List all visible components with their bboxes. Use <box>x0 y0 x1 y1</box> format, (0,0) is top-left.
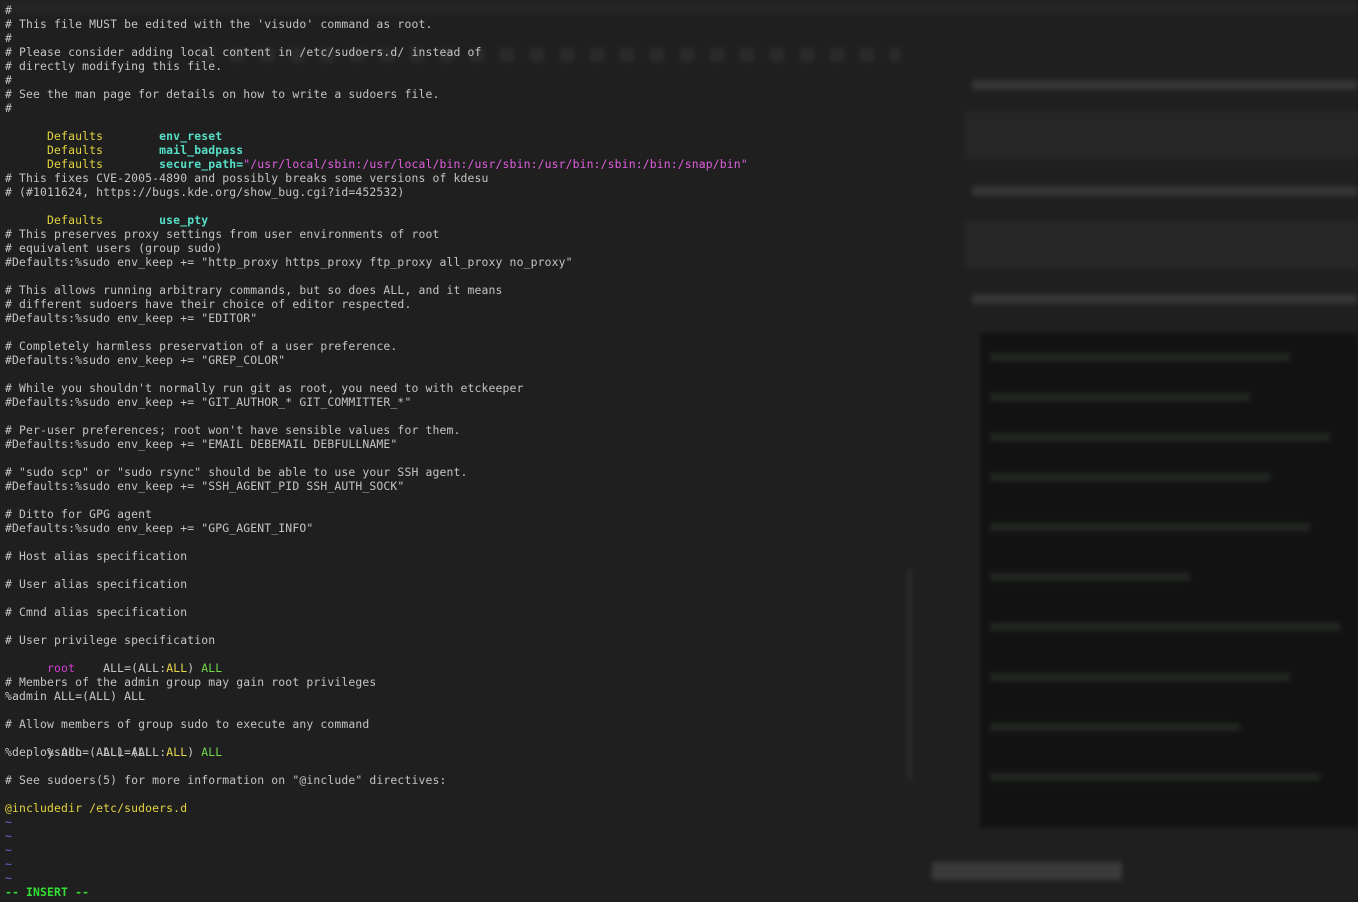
rule-part: ALL=( <box>103 661 139 675</box>
comment-line: # See the man page for details on how to… <box>5 87 440 101</box>
rule-part: ) <box>187 745 202 759</box>
background-heading <box>932 862 1122 880</box>
comment-line: # <box>5 3 13 17</box>
background-text-line <box>972 80 1358 90</box>
empty-line-tilde: ~ <box>5 815 13 829</box>
comment-line: #Defaults:%sudo env_keep += "GREP_COLOR" <box>5 353 286 367</box>
admin-privilege-line: %admin ALL=(ALL) ALL <box>5 689 146 703</box>
comment-line: # Completely harmless preservation of a … <box>5 339 398 353</box>
comment-line: # User alias specification <box>5 577 188 591</box>
defaults-secure-path-line: Defaults secure_path="/usr/local/sbin:/u… <box>5 143 748 171</box>
defaults-keyword: Defaults <box>47 157 104 171</box>
comment-line: #Defaults:%sudo env_keep += "GIT_AUTHOR_… <box>5 395 412 409</box>
rule-command: ALL <box>201 745 223 759</box>
empty-line-tilde: ~ <box>5 829 13 843</box>
comment-line: #Defaults:%sudo env_keep += "http_proxy … <box>5 255 573 269</box>
comment-line: # Please consider adding local content i… <box>5 45 482 59</box>
background-code-block <box>966 222 1358 268</box>
defaults-use-pty-line: Defaults use_pty <box>5 199 208 227</box>
comment-line: #Defaults:%sudo env_keep += "GPG_AGENT_I… <box>5 521 314 535</box>
vim-terminal-buffer[interactable]: # # This file MUST be edited with the 'v… <box>0 0 930 902</box>
sudo-privilege-line: %sudo ALL=(ALL:ALL) ALL <box>5 731 222 759</box>
option-use-pty: use_pty <box>159 213 209 227</box>
comment-line: # User privilege specification <box>5 633 216 647</box>
rule-runas-group: ALL <box>166 661 188 675</box>
rule-runas-user: ALL <box>138 661 160 675</box>
option-secure-path: secure_path= <box>159 157 244 171</box>
comment-line: # directly modifying this file. <box>5 59 223 73</box>
comment-line: # While you shouldn't normally run git a… <box>5 381 524 395</box>
secure-path-value: "/usr/local/sbin:/usr/local/bin:/usr/sbi… <box>243 157 748 171</box>
root-privilege-line: root ALL=(ALL:ALL) ALL <box>5 647 222 675</box>
comment-line: # Per-user preferences; root won't have … <box>5 423 461 437</box>
comment-line: # Ditto for GPG agent <box>5 507 153 521</box>
comment-line: # This file MUST be edited with the 'vis… <box>5 17 433 31</box>
background-code-block <box>966 112 1358 158</box>
defaults-keyword: Defaults <box>47 213 104 227</box>
comment-line: #Defaults:%sudo env_keep += "EDITOR" <box>5 311 258 325</box>
vim-mode-indicator: -- INSERT -- <box>5 885 90 899</box>
comment-line: # This fixes CVE-2005-4890 and possibly … <box>5 171 489 185</box>
includedir-directive: @includedir /etc/sudoers.d <box>5 801 188 815</box>
comment-line: # Host alias specification <box>5 549 188 563</box>
deploy-privilege-line: %deploy ALL=(ALL) ALL <box>5 745 153 759</box>
comment-line: # This allows running arbitrary commands… <box>5 283 503 297</box>
empty-line-tilde: ~ <box>5 843 13 857</box>
comment-line: # <box>5 73 13 87</box>
comment-line: #Defaults:%sudo env_keep += "SSH_AGENT_P… <box>5 479 405 493</box>
comment-line: # Allow members of group sudo to execute… <box>5 717 370 731</box>
comment-line: #Defaults:%sudo env_keep += "EMAIL DEBEM… <box>5 437 398 451</box>
user-root: root <box>47 661 76 675</box>
defaults-mail-badpass-line: Defaults mail_badpass <box>5 129 243 157</box>
comment-line: # equivalent users (group sudo) <box>5 241 223 255</box>
desktop-screen: # # This file MUST be edited with the 'v… <box>0 0 1358 902</box>
rule-runas-group: ALL <box>166 745 188 759</box>
empty-line-tilde: ~ <box>5 871 13 885</box>
comment-line: # Members of the admin group may gain ro… <box>5 675 377 689</box>
comment-line: # Cmnd alias specification <box>5 605 188 619</box>
comment-line: # (#1011624, https://bugs.kde.org/show_b… <box>5 185 405 199</box>
comment-line: # <box>5 31 13 45</box>
background-text-line <box>972 186 1358 196</box>
defaults-env-reset-line: Defaults env_reset <box>5 115 222 143</box>
comment-line: # "sudo scp" or "sudo rsync" should be a… <box>5 465 468 479</box>
background-terminal-screenshot <box>980 333 1358 828</box>
comment-line: # different sudoers have their choice of… <box>5 297 412 311</box>
comment-line: # <box>5 101 13 115</box>
comment-line: # This preserves proxy settings from use… <box>5 227 440 241</box>
comment-line: # See sudoers(5) for more information on… <box>5 773 447 787</box>
background-text-line <box>972 294 1358 304</box>
rule-command: ALL <box>201 661 223 675</box>
rule-part: ) <box>187 661 202 675</box>
empty-line-tilde: ~ <box>5 857 13 871</box>
